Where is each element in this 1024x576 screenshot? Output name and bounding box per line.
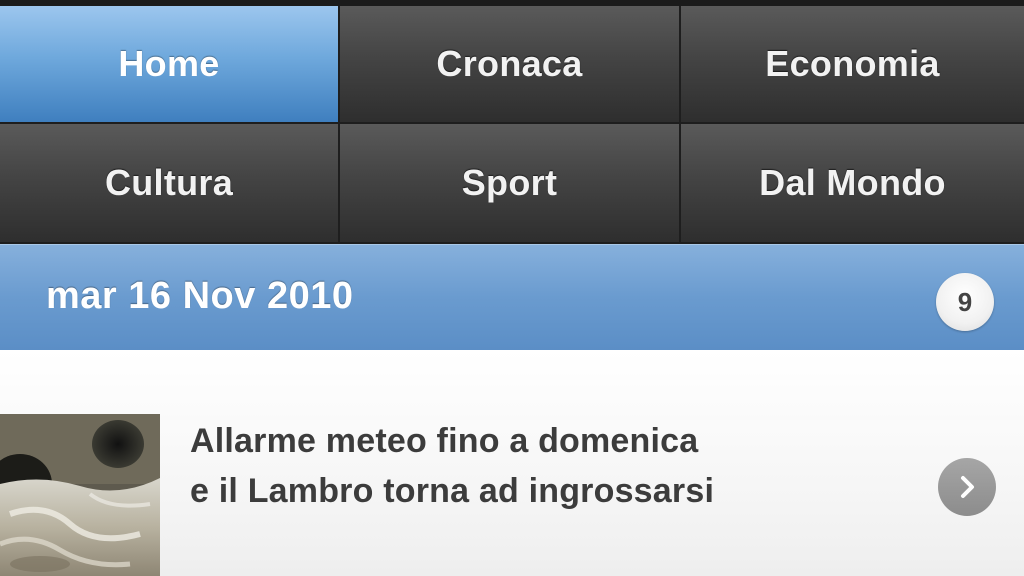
chevron-right-glyph: [961, 476, 974, 498]
tab-cronaca[interactable]: Cronaca: [340, 6, 681, 124]
river-photo-icon: [0, 414, 160, 576]
date-header: mar 16 Nov 2010 9: [0, 244, 1024, 350]
tab-cultura[interactable]: Cultura: [0, 124, 340, 244]
section-nav: Home Cronaca Economia Cultura Sport Dal …: [0, 6, 1024, 244]
date-label: mar 16 Nov 2010: [46, 275, 354, 317]
chevron-right-icon[interactable]: [938, 458, 996, 516]
news-headline: Allarme meteo fino a domenica e il Lambr…: [190, 416, 870, 516]
headline-line-1: Allarme meteo fino a domenica: [190, 422, 699, 460]
news-thumbnail: [0, 414, 160, 576]
tab-sport[interactable]: Sport: [340, 124, 681, 244]
news-list-item[interactable]: Allarme meteo fino a domenica e il Lambr…: [0, 350, 1024, 576]
news-count-badge: 9: [936, 273, 994, 331]
tab-economia[interactable]: Economia: [681, 6, 1024, 124]
headline-line-2: e il Lambro torna ad ingrossarsi: [190, 472, 715, 510]
tab-dal-mondo[interactable]: Dal Mondo: [681, 124, 1024, 244]
tab-home[interactable]: Home: [0, 6, 340, 124]
